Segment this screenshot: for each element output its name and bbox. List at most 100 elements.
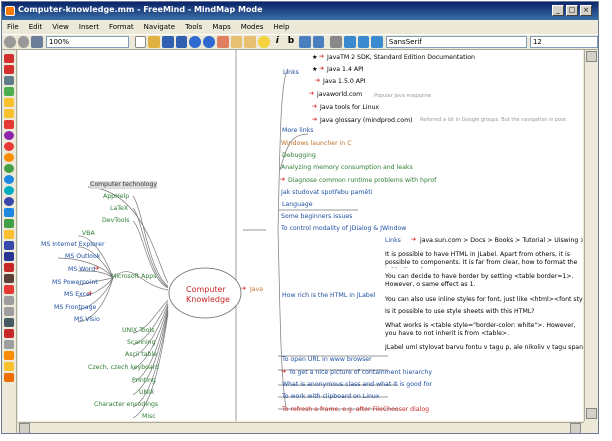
node-ms-visio[interactable]: MS Visio [74,316,100,324]
font-select[interactable]: SansSerif [385,36,527,48]
node-modality[interactable]: To control modality of JDialog & JWindow [281,225,406,233]
node-icon[interactable] [371,36,383,48]
link-icon[interactable] [312,36,325,48]
zoom-out-icon[interactable] [343,36,356,48]
node-microsoft-apps[interactable]: Microsoft Apps [111,273,156,281]
root-node[interactable]: Computer Knowledge [186,285,230,305]
close-button[interactable]: × [580,5,592,16]
menu-view[interactable]: View [47,23,74,31]
undo-icon[interactable] [189,36,202,48]
node-ms-frontpage[interactable]: MS Frontpage [54,304,96,312]
smiley-icon[interactable] [4,230,14,239]
save-as-icon[interactable] [175,36,188,48]
node-more-links[interactable]: More links [282,127,313,135]
attach-icon[interactable] [4,307,14,316]
node-misc[interactable]: Misc [142,413,156,421]
java-link-5[interactable]: Java tools for Linux [320,104,379,112]
scroll-right-button[interactable] [570,423,581,433]
node-html-jlabel[interactable]: How rich is the HTML in JLabel [282,292,375,300]
priority-1-icon[interactable] [4,131,14,140]
forward-arrow-icon[interactable] [4,219,14,228]
print-icon[interactable] [31,36,44,48]
pencil-icon[interactable] [4,329,14,338]
cloud-icon[interactable] [298,36,311,48]
desktop-icon[interactable] [4,252,14,261]
node-html-p1[interactable]: It is possible to have HTML in JLabel. A… [385,251,583,268]
italic-icon[interactable]: i [272,36,284,48]
node-debugging[interactable]: Debugging [282,152,316,160]
java-link-4[interactable]: javaworld.com [317,91,362,99]
help-icon[interactable] [4,76,14,85]
back-icon[interactable] [4,36,16,48]
warning-icon[interactable] [4,98,14,107]
node-ms-powerpoint[interactable]: MS Powerpoint [52,279,98,287]
node-clipboard[interactable]: To work with clipboard on Linux [282,393,379,401]
save-icon[interactable] [162,36,174,48]
priority-6-icon[interactable] [4,186,14,195]
node-windows-launcher[interactable]: Windows launcher in C [281,140,352,148]
bell-icon[interactable] [4,351,14,360]
mindmap-canvas[interactable]: Computer Knowledge Computer technology A… [18,50,583,421]
node-scanning[interactable]: Scanning [127,339,156,347]
menu-file[interactable]: File [2,23,24,31]
kaddressbook-icon[interactable] [4,318,14,327]
node-java[interactable]: Java [250,286,263,294]
node-anonymous-class[interactable]: What is anonymous class and what it is g… [282,381,432,389]
node-html-p4[interactable]: Is it possible to use style sheets with … [385,308,583,316]
java-link-1[interactable]: JavaTM 2 SDK, Standard Edition Documenta… [327,54,475,62]
button-cancel-icon[interactable] [4,120,14,129]
forward-icon[interactable] [17,36,30,48]
menu-edit[interactable]: Edit [24,23,48,31]
open-icon[interactable] [148,36,161,48]
redo-icon[interactable] [203,36,215,48]
priority-5-icon[interactable] [4,175,14,184]
maximize-button[interactable]: □ [566,5,578,16]
node-vba[interactable]: VBA [82,230,95,238]
node-hprof[interactable]: Diagnose common runtime problems with hp… [288,177,436,185]
node-containment[interactable]: To get a nice picture of containment hie… [289,369,432,377]
remove-icon[interactable] [4,54,14,63]
node-html-p2[interactable]: You can decide to have border by setting… [385,273,583,290]
zoom-in-icon[interactable] [357,36,370,48]
node-czech-keyboard[interactable]: Czech, czech keyboard [88,364,159,372]
node-apphelp[interactable]: AppHelp [103,193,129,201]
java-link-6[interactable]: Java glossary (mindprod.com) [320,117,413,125]
node-refresh-frame[interactable]: To refresh a frame, e.g. after FileChoos… [282,406,429,414]
node-ms-ie[interactable]: MS Internet Explorer [41,241,105,249]
vertical-scrollbar[interactable] [584,50,598,421]
flag-icon[interactable] [4,274,14,283]
java-link-2[interactable]: Java 1.4 API [327,66,364,74]
wizard-icon[interactable] [4,340,14,349]
node-html-links[interactable]: Links [385,237,401,245]
idea-icon[interactable] [257,36,270,48]
priority-3-icon[interactable] [4,153,14,162]
font-size-select[interactable]: 12 [529,36,598,48]
scroll-down-button[interactable] [586,408,597,419]
idea-icon[interactable] [4,109,14,118]
clanbomber-icon[interactable] [4,241,14,250]
question-icon[interactable] [4,87,14,96]
node-ascii-table[interactable]: Ascii table [125,351,157,359]
horizontal-scrollbar[interactable] [18,422,584,433]
cut-icon[interactable] [216,36,229,48]
priority-4-icon[interactable] [4,164,14,173]
node-devtools[interactable]: DevTools [102,217,129,225]
node-html-p6[interactable]: JLabel umí stylovat barvu fontu v tagu p… [385,344,583,352]
priority-2-icon[interactable] [4,142,14,151]
minimize-button[interactable]: _ [552,5,564,16]
zoom-select[interactable]: 100% [46,36,129,48]
star-icon[interactable] [4,362,14,371]
node-unix-tools[interactable]: UNIX Tools [122,327,154,335]
menu-tools[interactable]: Tools [180,23,207,31]
node-memory-czech[interactable]: Jak studovat spotřebu paměti [281,189,372,197]
node-computer-technology[interactable]: Computer technology [90,181,158,189]
menu-insert[interactable]: Insert [74,23,104,31]
node-beginners[interactable]: Some beginners issues [281,213,352,221]
menu-navigate[interactable]: Navigate [139,23,180,31]
menu-help[interactable]: Help [268,23,294,31]
menu-modes[interactable]: Modes [236,23,269,31]
back-arrow-icon[interactable] [4,208,14,217]
node-html-breadcrumb[interactable]: java.sun.com > Docs > Books > Tutorial >… [420,237,583,245]
node-ms-outlook[interactable]: MS Outlook [65,253,100,261]
scroll-left-button[interactable] [19,423,30,433]
